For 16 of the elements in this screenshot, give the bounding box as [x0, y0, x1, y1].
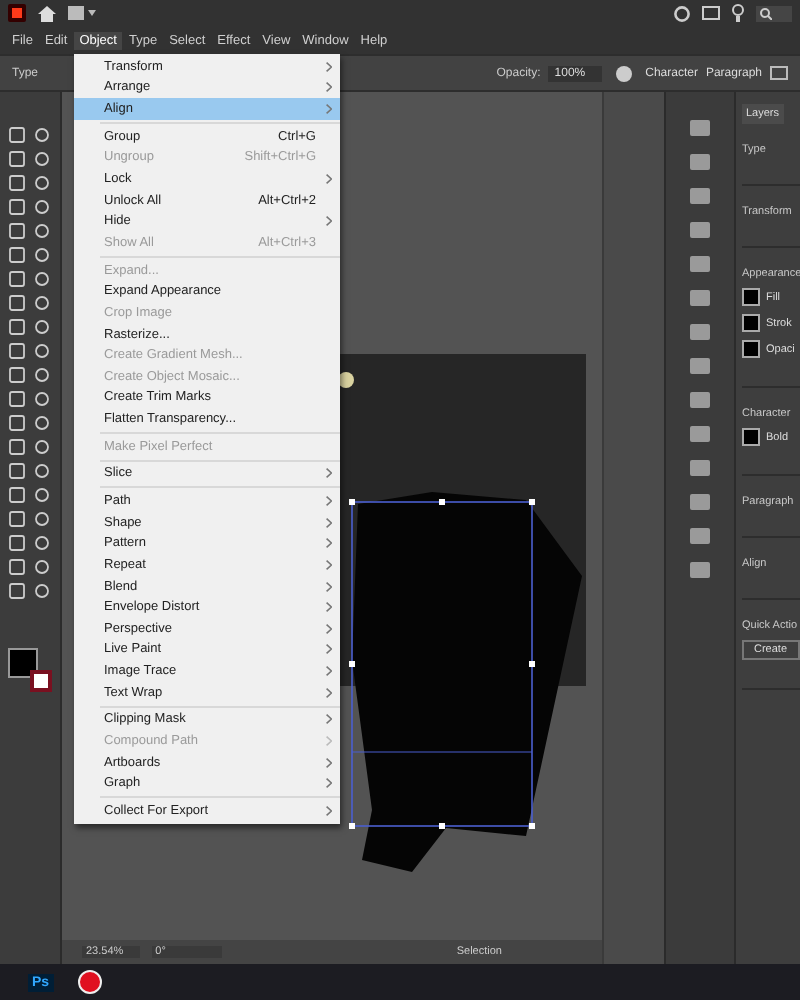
selection-bounding-box[interactable] [349, 499, 535, 829]
home-icon[interactable] [38, 5, 56, 21]
swatch-icon[interactable] [742, 340, 760, 358]
swatch-icon[interactable] [742, 428, 760, 446]
search-field[interactable] [756, 5, 792, 21]
search-icon [760, 7, 772, 19]
lightbulb-icon[interactable] [732, 4, 744, 22]
panel-icon[interactable] [702, 6, 720, 20]
vertical-scrollbar[interactable] [602, 92, 664, 964]
app-logo-icon[interactable] [8, 4, 26, 22]
dot-shape [338, 372, 354, 388]
swatch-icon[interactable] [742, 314, 760, 332]
layout-icon[interactable] [68, 6, 96, 20]
swatch-icon[interactable] [742, 288, 760, 306]
record-taskbar-icon[interactable] [77, 970, 102, 994]
fill-stroke-swatch[interactable] [8, 648, 52, 692]
